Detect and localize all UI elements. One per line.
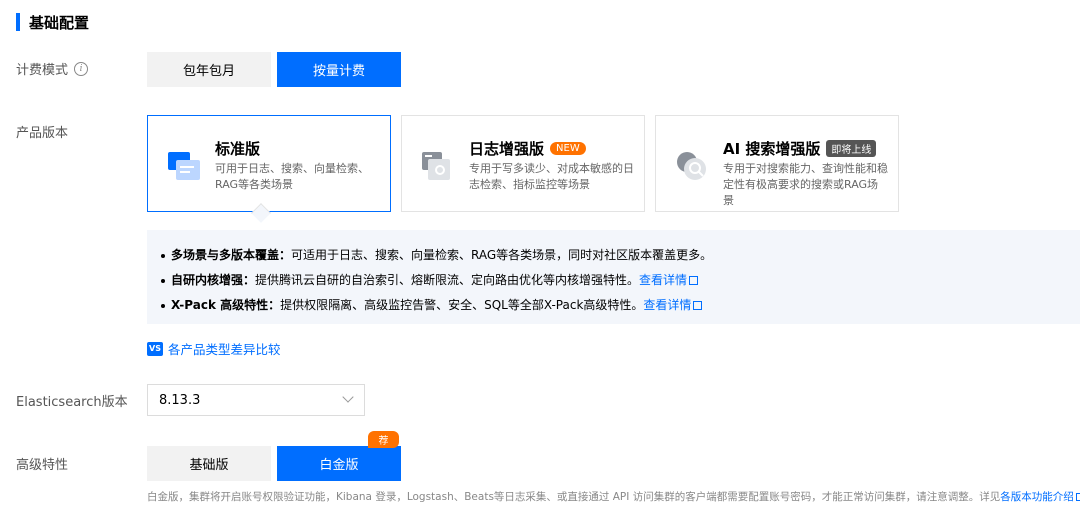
- chevron-down-icon: [342, 391, 354, 403]
- billing-mode-label-text: 计费模式: [16, 63, 69, 78]
- advanced-features-note: 白金版，集群将开启账号权限验证功能，Kibana 登录，Logstash、Bea…: [147, 489, 1080, 504]
- info-icon[interactable]: i: [74, 61, 89, 76]
- external-link-icon: [1075, 493, 1080, 501]
- edition-card-ai-search[interactable]: AI 搜索增强版 即将上线 专用于对搜索能力、查询性能和稳定性有极高要求的搜索或…: [655, 115, 899, 212]
- compare-editions-link[interactable]: VS 各产品类型差异比较: [147, 339, 280, 358]
- es-version-value: 8.13.3: [159, 392, 201, 408]
- edition-card-standard[interactable]: 标准版 可用于日志、搜索、向量检索、RAG等各类场景: [147, 115, 391, 212]
- billing-mode-label: 计费模式 i: [16, 59, 89, 78]
- view-details-link[interactable]: 查看详情: [639, 273, 687, 287]
- edition-card-log-enhanced[interactable]: 日志增强版 NEW 专用于写多读少、对成本敏感的日志检索、指标监控等场景: [401, 115, 645, 212]
- edition-card-desc: 可用于日志、搜索、向量检索、RAG等各类场景: [215, 162, 369, 191]
- es-version-select[interactable]: 8.13.3: [147, 384, 365, 416]
- edition-card-title: 标准版: [215, 140, 261, 158]
- external-link-icon: [693, 301, 703, 310]
- coming-soon-badge: 即将上线: [826, 140, 877, 157]
- advanced-features-selector: 基础版 白金版 荐: [147, 431, 401, 481]
- edition-card-title: AI 搜索增强版 即将上线: [723, 138, 877, 159]
- edition-feature-panel: 多场景与多版本覆盖：可适用于日志、搜索、向量检索、RAG等各类场景，同时对社区版…: [147, 230, 1080, 324]
- billing-option-prepaid[interactable]: 包年包月: [147, 52, 271, 87]
- edition-card-desc: 专用于写多读少、对成本敏感的日志检索、指标监控等场景: [469, 162, 634, 191]
- advanced-option-platinum-label: 白金版: [319, 458, 359, 473]
- edition-cards: 标准版 可用于日志、搜索、向量检索、RAG等各类场景 日志增强版 NEW 专用于…: [147, 115, 899, 212]
- section-title: 基础配置: [29, 13, 90, 32]
- version-features-link[interactable]: 各版本功能介绍: [1000, 491, 1074, 503]
- vs-icon: VS: [147, 341, 163, 356]
- edition-card-desc: 专用于对搜索能力、查询性能和稳定性有极高要求的搜索或RAG场景: [723, 162, 888, 207]
- log-edition-icon: [422, 152, 450, 180]
- advanced-option-platinum[interactable]: 白金版 荐: [277, 431, 401, 481]
- feature-item: 多场景与多版本覆盖：可适用于日志、搜索、向量检索、RAG等各类场景，同时对社区版…: [161, 243, 1080, 268]
- feature-item: X-Pack 高级特性：提供权限隔离、高级监控告警、安全、SQL等全部X-Pac…: [161, 293, 1080, 318]
- ai-search-edition-icon: [677, 152, 706, 180]
- advanced-features-label: 高级特性: [16, 458, 69, 473]
- advanced-option-basic[interactable]: 基础版: [147, 446, 271, 481]
- feature-item: 自研内核增强：提供腾讯云自研的自治索引、熔断限流、定向路由优化等内核增强特性。查…: [161, 268, 1080, 293]
- section-accent-bar: [16, 13, 20, 31]
- advanced-note-text: 白金版，集群将开启账号权限验证功能，Kibana 登录，Logstash、Bea…: [147, 491, 1001, 503]
- es-version-label: Elasticsearch版本: [16, 395, 128, 410]
- product-edition-label: 产品版本: [16, 126, 69, 141]
- external-link-icon: [689, 276, 699, 285]
- section-header: 基础配置: [16, 12, 89, 32]
- edition-card-title: 日志增强版 NEW: [469, 138, 586, 159]
- billing-mode-selector: 包年包月 按量计费: [147, 52, 401, 87]
- view-details-link[interactable]: 查看详情: [643, 298, 691, 312]
- compare-editions-text: 各产品类型差异比较: [167, 342, 281, 357]
- new-badge: NEW: [550, 142, 586, 155]
- standard-edition-icon: [168, 152, 200, 180]
- billing-option-pay-as-you-go[interactable]: 按量计费: [277, 52, 401, 87]
- recommend-badge: 荐: [368, 431, 399, 448]
